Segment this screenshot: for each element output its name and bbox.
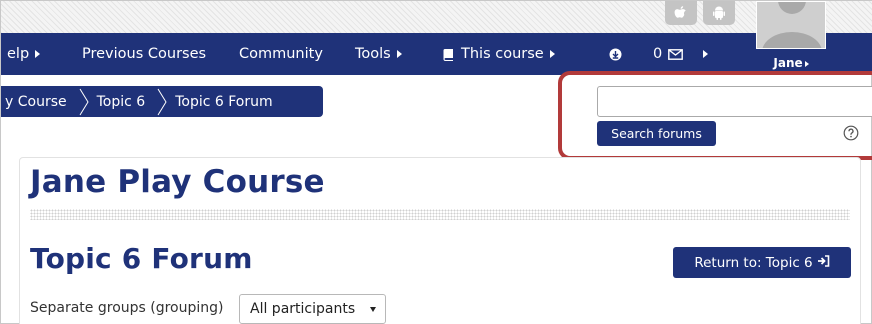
nav-help-label: elp <box>7 46 30 62</box>
dotted-divider <box>30 209 850 220</box>
group-select-value: All participants <box>250 301 356 317</box>
caret-right-icon <box>396 50 402 58</box>
caret-right-icon <box>549 50 555 58</box>
nav-community[interactable]: Community <box>239 33 323 75</box>
caret-right-icon <box>35 50 41 58</box>
apple-icon[interactable] <box>665 1 697 25</box>
breadcrumb: y Course Topic 6 Topic 6 Forum <box>1 86 323 117</box>
group-select[interactable]: All participants <box>239 294 386 324</box>
caret-right-icon <box>703 50 709 58</box>
main-nav-bar: elp Previous Courses Community Tools Thi… <box>1 33 872 75</box>
main-content-card: Jane Play Course Topic 6 Forum Return to… <box>19 157 861 324</box>
return-to-topic-button[interactable]: Return to: Topic 6 <box>673 247 851 278</box>
nav-help[interactable]: elp <box>7 33 41 75</box>
message-count: 0 <box>653 46 663 62</box>
breadcrumb-topic[interactable]: Topic 6 <box>97 94 146 110</box>
nav-previous-courses[interactable]: Previous Courses <box>82 33 206 75</box>
caret-down-icon <box>370 307 376 312</box>
nav-tools[interactable]: Tools <box>355 33 402 75</box>
question-circle-icon[interactable] <box>843 125 859 141</box>
nav-community-label: Community <box>239 46 323 62</box>
user-name: Jane <box>773 56 803 70</box>
top-strip <box>1 1 872 33</box>
breadcrumb-chevron-icon <box>79 88 89 116</box>
breadcrumb-course[interactable]: y Course <box>5 94 67 110</box>
breadcrumb-forum[interactable]: Topic 6 Forum <box>175 94 272 110</box>
nav-this-course[interactable]: This course <box>442 33 555 75</box>
user-menu[interactable]: Jane <box>756 56 826 70</box>
group-mode-label: Separate groups (grouping) <box>30 300 224 316</box>
nav-previous-courses-label: Previous Courses <box>82 46 207 62</box>
book-icon <box>442 48 455 61</box>
nav-this-course-label: This course <box>461 46 544 62</box>
sign-in-arrow-icon <box>817 254 830 271</box>
nav-download[interactable] <box>609 33 622 75</box>
forum-title: Topic 6 Forum <box>30 242 253 275</box>
nav-messages[interactable]: 0 <box>653 33 709 75</box>
user-avatar[interactable] <box>756 1 826 49</box>
caret-right-icon <box>804 61 809 67</box>
envelope-icon <box>668 48 684 60</box>
search-forums-button[interactable]: Search forums <box>597 121 716 146</box>
breadcrumb-chevron-icon <box>157 88 167 116</box>
android-icon[interactable] <box>703 1 735 25</box>
search-forums-input[interactable] <box>597 86 872 117</box>
return-button-label: Return to: Topic 6 <box>694 254 813 271</box>
top-icons <box>665 1 735 27</box>
nav-tools-label: Tools <box>355 46 391 62</box>
course-title: Jane Play Course <box>30 164 325 200</box>
download-circle-icon <box>609 48 622 61</box>
